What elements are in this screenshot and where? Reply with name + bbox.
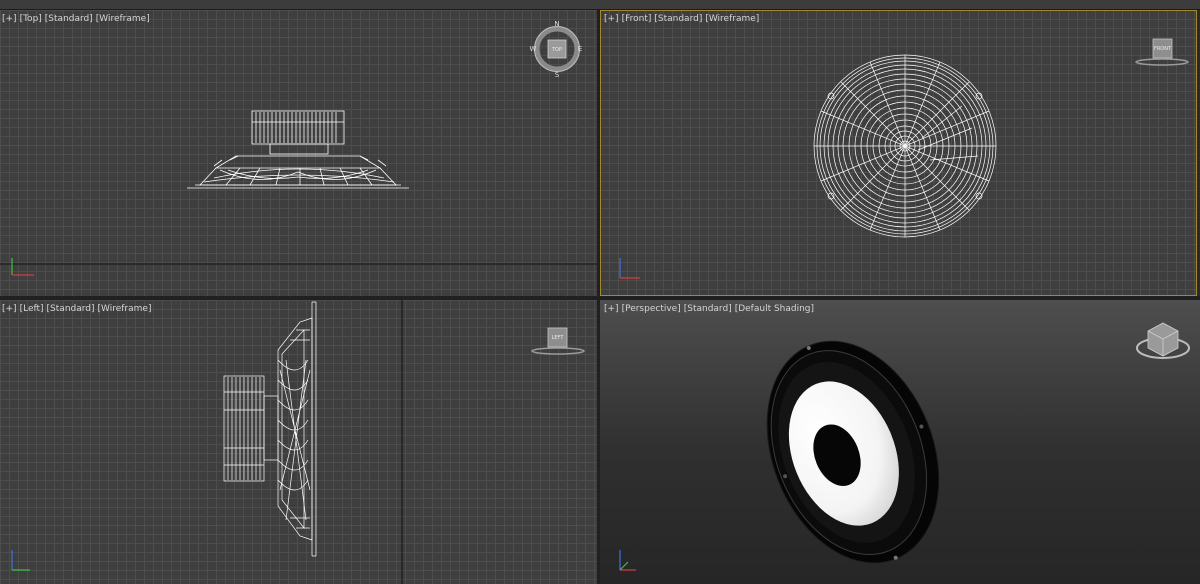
front-scene bbox=[619, 54, 997, 279]
speaker-shaded bbox=[766, 340, 940, 564]
axis-tripod-top bbox=[11, 258, 34, 276]
left-scene bbox=[11, 300, 403, 584]
viewcube-front[interactable]: FRONT bbox=[1132, 34, 1192, 68]
perspective-scene bbox=[619, 340, 940, 571]
compass-north[interactable]: N bbox=[554, 20, 559, 28]
viewcube-face-label: LEFT bbox=[552, 335, 565, 341]
speaker-side-wireframe bbox=[223, 301, 317, 557]
compass-south[interactable]: S bbox=[555, 71, 560, 78]
viewcube-perspective[interactable] bbox=[1134, 318, 1194, 364]
viewport-front[interactable]: [+] [Front] [Standard] [Wireframe] FRONT bbox=[600, 10, 1197, 296]
top-scene bbox=[0, 110, 597, 276]
speaker-magnet-wireframe bbox=[251, 110, 345, 155]
viewcube-face-label: TOP bbox=[551, 47, 562, 53]
viewcube-top[interactable]: TOP N S E W bbox=[528, 20, 586, 78]
viewport-top[interactable]: [+] [Top] [Standard] [Wireframe] TOP N S… bbox=[0, 10, 597, 296]
axis-tripod-perspective bbox=[619, 550, 636, 571]
compass-east[interactable]: E bbox=[578, 45, 582, 53]
axis-tripod-left bbox=[11, 550, 30, 571]
viewport-left[interactable]: [+] [Left] [Standard] [Wireframe] LEFT bbox=[0, 300, 597, 584]
axis-tripod-front bbox=[619, 258, 640, 279]
viewport-divider-horizontal[interactable] bbox=[0, 296, 1200, 300]
top-strip bbox=[0, 0, 1200, 10]
speaker-basket-wireframe bbox=[187, 155, 409, 189]
viewport-perspective[interactable]: [+] [Perspective] [Standard] [Default Shadi… bbox=[600, 300, 1200, 584]
viewcube-left[interactable]: LEFT bbox=[528, 324, 588, 358]
speaker-front-wireframe bbox=[813, 54, 997, 238]
viewcube-face-label: FRONT bbox=[1154, 46, 1172, 52]
compass-west[interactable]: W bbox=[530, 45, 537, 53]
